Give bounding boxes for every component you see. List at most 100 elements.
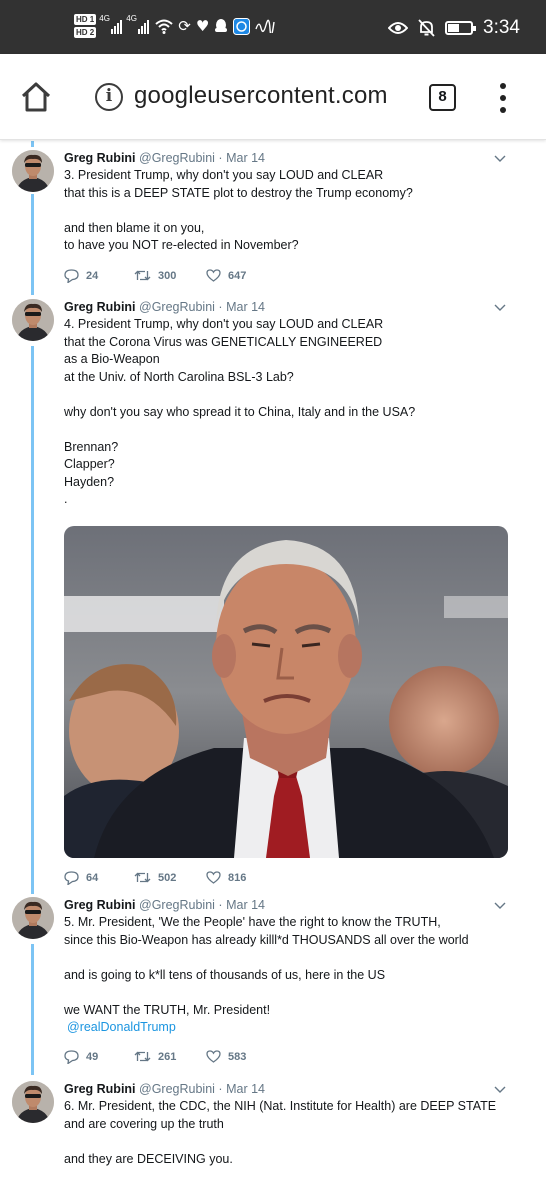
- chevron-down-icon[interactable]: [494, 303, 506, 313]
- tweet-thread: Greg Rubini @GregRubini · Mar 14 3. Pres…: [0, 141, 546, 1183]
- like-button[interactable]: 647: [206, 269, 246, 282]
- separator: ·: [218, 300, 223, 314]
- eye-comfort-icon: [388, 22, 409, 34]
- url-field[interactable]: googleusercontent.com: [134, 82, 388, 110]
- clock: 3:34: [483, 17, 520, 38]
- chevron-down-icon[interactable]: [494, 154, 506, 164]
- text-line: Clapper?: [64, 457, 115, 471]
- tweet-actions: 64 502 816: [64, 870, 514, 885]
- reply-button[interactable]: 49: [64, 1049, 134, 1064]
- separator: ·: [218, 151, 223, 165]
- retweet-button[interactable]: 300: [134, 269, 206, 282]
- chevron-down-icon[interactable]: [494, 1085, 506, 1095]
- sync-icon: ⟳: [178, 17, 191, 35]
- home-icon[interactable]: [20, 81, 52, 113]
- mention-link[interactable]: @realDonaldTrump: [67, 1019, 514, 1037]
- like-count: 583: [228, 1050, 247, 1063]
- site-info-icon[interactable]: i: [95, 83, 123, 111]
- health-icon: ♥: [195, 17, 210, 35]
- author-name[interactable]: Greg Rubini: [64, 1082, 136, 1096]
- tweet-photo[interactable]: [64, 525, 508, 858]
- text-line: and then blame it on you,: [64, 220, 205, 235]
- like-count: 647: [228, 269, 247, 282]
- tweet-header: Greg Rubini @GregRubini · Mar 14: [64, 1081, 514, 1097]
- tweet-header: Greg Rubini @GregRubini · Mar 14: [64, 150, 514, 166]
- text-line: Hayden?: [64, 474, 115, 489]
- text-line: and they are DECEIVING you.: [64, 1151, 233, 1166]
- author-handle[interactable]: @GregRubini: [139, 151, 215, 165]
- author-handle[interactable]: @GregRubini: [139, 300, 215, 314]
- wifi-icon: [155, 19, 173, 34]
- avatar[interactable]: [12, 897, 54, 939]
- text-line: and are covering up the truth: [64, 1116, 224, 1131]
- reply-button[interactable]: 24: [64, 268, 134, 283]
- status-icons-right: 3:34: [388, 17, 520, 39]
- retweet-button[interactable]: 261: [134, 1050, 206, 1063]
- browser-toolbar: i googleusercontent.com 8: [0, 54, 546, 140]
- tweet-text: 4. President Trump, why don't you say LO…: [64, 316, 514, 509]
- text-line: since this Bio-Weapon has already killl*…: [64, 932, 469, 947]
- tweet-date[interactable]: Mar 14: [226, 151, 265, 165]
- text-line: 6. Mr. President, the CDC, the NIH (Nat.…: [64, 1099, 497, 1113]
- retweet-count: 502: [158, 871, 177, 884]
- overflow-menu-icon[interactable]: [494, 83, 512, 113]
- thread-connector: [31, 141, 34, 147]
- reply-icon: [64, 268, 79, 283]
- tweet-text: 3. President Trump, why don't you say LO…: [64, 167, 514, 255]
- author-name[interactable]: Greg Rubini: [64, 898, 136, 912]
- text-line: at the Univ. of North Carolina BSL-3 Lab…: [64, 369, 294, 384]
- thread-connector: [31, 194, 34, 295]
- reply-icon: [64, 870, 79, 885]
- retweet-icon: [134, 872, 151, 883]
- retweet-button[interactable]: 502: [134, 871, 206, 884]
- retweet-icon: [134, 1051, 151, 1062]
- text-line: and is going to k*ll tens of thousands o…: [64, 967, 386, 982]
- text-line: that the Corona Virus was GENETICALLY EN…: [64, 334, 383, 349]
- tweet-date[interactable]: Mar 14: [226, 898, 265, 912]
- battery-icon: [445, 21, 477, 35]
- text-line: that this is a DEEP STATE plot to destro…: [64, 185, 413, 200]
- thread-connector: [31, 346, 34, 894]
- text-line: 3. President Trump, why don't you say LO…: [64, 168, 384, 182]
- text-line: we WANT the TRUTH, Mr. President!: [64, 1002, 271, 1017]
- separator: ·: [218, 898, 223, 912]
- retweet-count: 261: [158, 1050, 177, 1063]
- avatar[interactable]: [12, 150, 54, 192]
- status-icons-left: HD 1 HD 2 4G 4G ⟳ ♥: [74, 14, 275, 38]
- text-line: 4. President Trump, why don't you say LO…: [64, 317, 384, 331]
- reply-count: 24: [86, 269, 99, 282]
- tweet-actions: 24 300 647: [64, 268, 514, 283]
- tweet-date[interactable]: Mar 14: [226, 300, 265, 314]
- text-line: to have you NOT re-elected in November?: [64, 238, 299, 252]
- tweet-text: 5. Mr. President, 'We the People' have t…: [64, 914, 514, 1037]
- text-line: Brennan?: [64, 439, 119, 454]
- tweet-text: 6. Mr. President, the CDC, the NIH (Nat.…: [64, 1098, 514, 1168]
- heart-icon: [206, 1050, 221, 1063]
- heart-icon: [206, 871, 221, 884]
- tab-switcher-button[interactable]: 8: [429, 84, 456, 111]
- hd-icon: HD 1 HD 2: [74, 14, 97, 38]
- like-button[interactable]: 583: [206, 1050, 246, 1063]
- tweet-content: Greg Rubini @GregRubini · Mar 14 6. Mr. …: [64, 1081, 514, 1168]
- tweet-content: Greg Rubini @GregRubini · Mar 14 5. Mr. …: [64, 897, 514, 1064]
- tweet-header: Greg Rubini @GregRubini · Mar 14: [64, 897, 514, 913]
- author-handle[interactable]: @GregRubini: [139, 898, 215, 912]
- reply-button[interactable]: 64: [64, 870, 134, 885]
- avatar[interactable]: [12, 1081, 54, 1123]
- tweet-header: Greg Rubini @GregRubini · Mar 14: [64, 299, 514, 315]
- status-bar: HD 1 HD 2 4G 4G ⟳ ♥ 3:34: [0, 0, 546, 54]
- like-button[interactable]: 816: [206, 871, 246, 884]
- author-handle[interactable]: @GregRubini: [139, 1082, 215, 1096]
- separator: ·: [218, 1082, 223, 1096]
- tweet-actions: 49 261 583: [64, 1049, 514, 1064]
- signal-icon: 4G: [126, 14, 150, 34]
- text-line: why don't you say who spread it to China…: [64, 404, 416, 419]
- tweet-date[interactable]: Mar 14: [226, 1082, 265, 1096]
- notification-icon: [215, 18, 228, 32]
- author-name[interactable]: Greg Rubini: [64, 300, 136, 314]
- author-name[interactable]: Greg Rubini: [64, 151, 136, 165]
- tweet-content: Greg Rubini @GregRubini · Mar 14 3. Pres…: [64, 150, 514, 283]
- signal-icon: 4G: [99, 14, 123, 34]
- chevron-down-icon[interactable]: [494, 901, 506, 911]
- avatar[interactable]: [12, 299, 54, 341]
